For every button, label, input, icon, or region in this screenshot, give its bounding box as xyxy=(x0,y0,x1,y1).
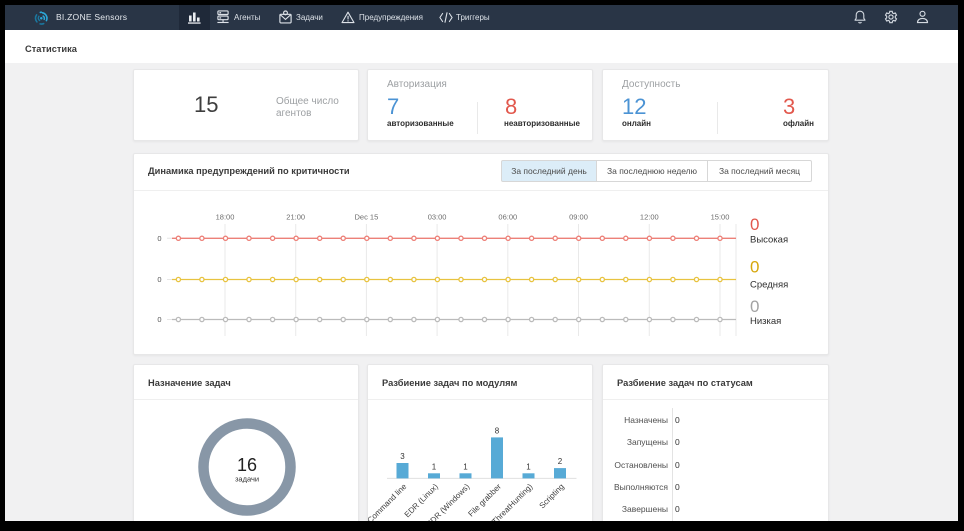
svg-text:09:00: 09:00 xyxy=(569,213,588,222)
svg-text:1: 1 xyxy=(526,462,531,471)
svg-text:0: 0 xyxy=(750,258,759,277)
svg-text:06:00: 06:00 xyxy=(498,213,517,222)
svg-text:0: 0 xyxy=(157,275,161,284)
svg-text:3: 3 xyxy=(400,452,405,461)
svg-text:0: 0 xyxy=(157,234,161,243)
svg-text:18:00: 18:00 xyxy=(216,213,235,222)
svg-text:Command line: Command line xyxy=(368,482,409,521)
svg-text:15:00: 15:00 xyxy=(711,213,730,222)
svg-text:0: 0 xyxy=(750,215,759,234)
svg-text:2: 2 xyxy=(558,457,563,466)
svg-text:Высокая: Высокая xyxy=(750,235,788,246)
svg-text:задачи: задачи xyxy=(235,475,259,484)
svg-text:Средняя: Средняя xyxy=(750,280,788,291)
svg-text:03:00: 03:00 xyxy=(428,213,447,222)
svg-text:Scripting: Scripting xyxy=(538,482,566,510)
svg-text:12:00: 12:00 xyxy=(640,213,659,222)
svg-text:8: 8 xyxy=(495,426,500,435)
svg-text:1: 1 xyxy=(432,462,437,471)
svg-text:Низкая: Низкая xyxy=(750,316,781,327)
svg-text:0: 0 xyxy=(750,297,759,316)
svg-text:0: 0 xyxy=(157,315,161,324)
svg-text:16: 16 xyxy=(237,455,257,475)
svg-text:21:00: 21:00 xyxy=(286,213,305,222)
svg-text:Dec 15: Dec 15 xyxy=(355,213,379,222)
svg-text:1: 1 xyxy=(463,462,468,471)
